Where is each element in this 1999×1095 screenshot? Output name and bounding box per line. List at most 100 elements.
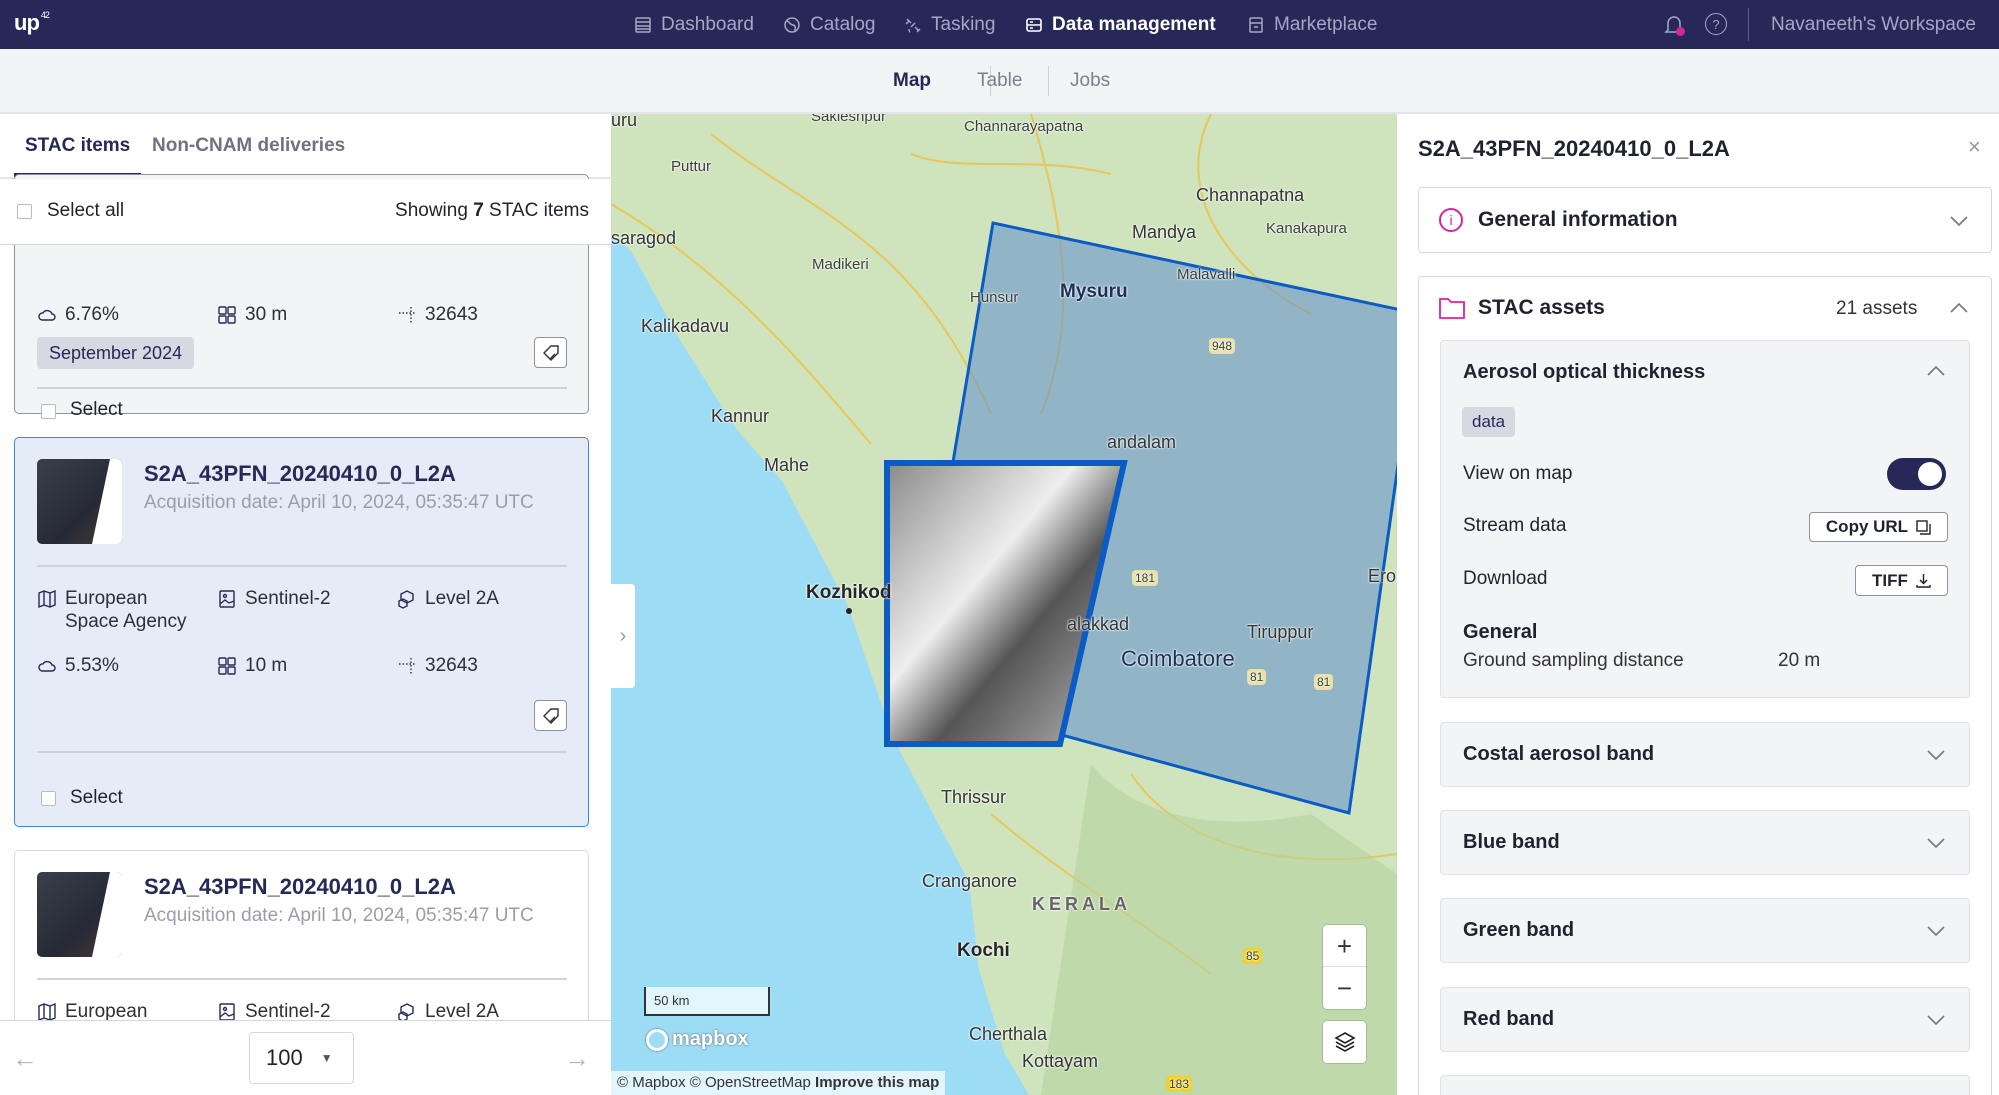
divider [37,751,567,753]
asset-costal-aerosol-band[interactable]: Costal aerosol band [1440,722,1970,787]
map-label: Channarayapatna [964,118,1084,135]
image-icon [219,1003,235,1021]
acquisition-date: Acquisition date: April 10, 2024, 05:35:… [144,905,534,926]
cubes-icon [398,590,414,609]
resolution-value: 10 m [245,655,288,676]
stac-item-card-selected[interactable]: S2A_43PFN_20240410_0_L2A Acquisition dat… [14,437,589,827]
mapbox-wordmark: mapbox [672,1028,749,1050]
tag-pill: September 2024 [37,337,195,369]
provider: European Space Agency [37,587,186,633]
download-label: Download [1463,568,1548,589]
zoom-in-button[interactable]: + [1323,925,1366,967]
divider [37,387,567,389]
provider-value: European Space Agency [65,587,186,633]
mapbox-logo[interactable]: mapbox [646,1028,749,1051]
map-label: Kalikadavu [641,316,730,336]
asset-title: Green band [1463,919,1575,941]
edit-tags-button[interactable] [534,337,567,368]
chevron-down-icon [1927,750,1945,761]
asset-blue-band[interactable]: Blue band [1440,810,1970,875]
asset-next[interactable] [1440,1075,1970,1095]
tab-jobs[interactable]: Jobs [1070,49,1110,112]
nav-data-management[interactable]: Data management [1024,0,1216,49]
select-checkbox[interactable] [41,404,56,419]
map-label: Kottayam [1022,1051,1099,1071]
layers-button[interactable] [1323,1021,1366,1063]
download-tiff-button[interactable]: TIFF [1855,565,1948,596]
divider [1748,8,1749,41]
view-on-map-label: View on map [1463,463,1573,484]
prev-page-arrow-icon[interactable]: ← [12,1043,38,1074]
map-label: uru [611,114,638,130]
tag-edit-icon [542,344,559,361]
highway-shield: 85 [1243,948,1263,964]
view-tabs: Map Table Jobs [0,49,1999,114]
map-icon [38,1002,56,1022]
notifications-button[interactable] [1663,13,1685,37]
highway-shield: 181 [1132,570,1159,586]
zoom-out-button[interactable]: − [1323,967,1366,1009]
workspace-menu[interactable]: Navaneeth's Workspace [1771,0,1976,49]
page-size-select[interactable]: 100 ▼ [249,1032,354,1084]
asset-red-band[interactable]: Red band [1440,987,1970,1052]
chevron-up-icon[interactable] [1949,302,1969,314]
copy-icon [1916,519,1931,535]
image-icon [219,590,235,608]
view-on-map-toggle[interactable] [1887,458,1946,490]
tab-stac-items[interactable]: STAC items [25,114,130,178]
toggle-knob [1918,462,1942,486]
count: 7 [473,200,484,221]
gsd-value: 20 m [1778,650,1821,671]
select-all-row: Select all Showing 7 STAC items [0,179,611,245]
asset-green-band[interactable]: Green band [1440,898,1970,963]
tab-table[interactable]: Table [977,49,1022,112]
edit-tags-button[interactable] [534,700,567,731]
improve-map-link[interactable]: Improve this map [815,1074,939,1091]
close-icon[interactable]: × [1968,134,1981,160]
chevron-up-icon[interactable] [1926,365,1946,377]
chevron-down-icon [1927,838,1945,849]
nav-catalog[interactable]: Catalog [782,0,876,49]
nav-dashboard[interactable]: Dashboard [633,0,754,49]
up42-logo[interactable]: up 42 [14,10,50,36]
map-label: Malavalli [1177,266,1236,283]
help-icon[interactable]: ? [1705,13,1727,35]
satellite-icon [905,17,921,33]
collapse-panel-handle[interactable]: › [611,584,635,688]
select-checkbox[interactable] [41,791,56,806]
map-icon [38,589,56,609]
globe-icon [784,16,800,33]
divider [37,565,567,567]
caret-down-icon: ▼ [320,1051,333,1065]
crs-icon [399,658,415,674]
database-icon [1026,17,1042,32]
item-thumbnail [37,459,122,544]
folder-icon [1439,298,1465,319]
attribution-text[interactable]: © Mapbox © OpenStreetMap [617,1074,811,1091]
select-all-checkbox[interactable] [17,204,32,219]
layers-icon [1333,1032,1356,1052]
map-view[interactable]: uru Saklesnpur Puttur saragod Madikeri K… [611,114,1397,1095]
general-information-section[interactable]: i General information [1418,187,1992,253]
copy-url-button[interactable]: Copy URL [1809,512,1948,542]
tab-map[interactable]: Map [893,49,931,112]
download-icon [1916,574,1931,588]
item-title[interactable]: S2A_43PFN_20240410_0_L2A [144,874,456,900]
map-label: Tiruppur [1247,622,1314,642]
showing-count: Showing 7 STAC items [395,200,589,222]
tab-non-cnam-deliveries[interactable]: Non-CNAM deliveries [152,114,345,178]
top-nav: up 42 Dashboard Catalog Tasking Data mana… [0,0,1999,49]
map-label: Mysuru [1060,281,1128,302]
gsd-label: Ground sampling distance [1463,650,1684,671]
map-label: alakkad [1067,614,1130,634]
asset-title[interactable]: Aerosol optical thickness [1463,361,1705,384]
map-label: KERALA [1032,894,1131,914]
item-title[interactable]: S2A_43PFN_20240410_0_L2A [144,461,456,487]
cubes-icon [398,1003,414,1022]
nav-tasking[interactable]: Tasking [903,0,995,49]
section-title[interactable]: STAC assets [1478,296,1605,320]
nav-marketplace[interactable]: Marketplace [1246,0,1378,49]
tag-edit-icon [542,707,559,724]
item-thumbnail [37,872,122,957]
next-page-arrow-icon[interactable]: → [564,1043,590,1074]
